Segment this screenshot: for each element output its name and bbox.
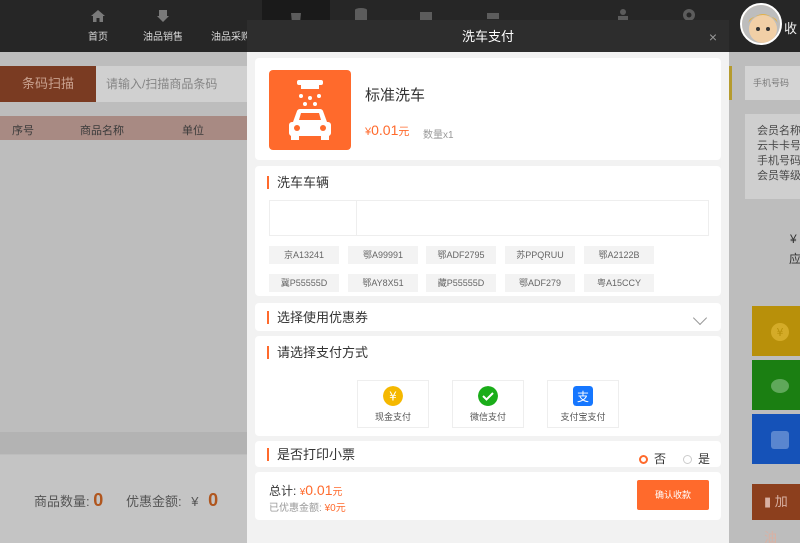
total-unit: 元 xyxy=(332,487,343,498)
discounted-unit: 元 xyxy=(335,503,346,514)
product-price: ¥0.01元 xyxy=(365,122,409,139)
barcode-input[interactable]: 请输入/扫描商品条码 xyxy=(96,66,256,102)
payment-footer: 总计: ¥0.01元 已优惠金额: ¥0元 确认收款 xyxy=(255,472,721,520)
amount-symbol: ¥ xyxy=(790,232,797,246)
price-value: 0.01 xyxy=(371,122,399,138)
car-wash-payment-modal: 洗车支付 × 标准洗车 ¥0.01元 数量x1 洗车车辆 京A13241 鄂A9… xyxy=(247,20,729,543)
alipay-payment-label: 支付宝支付 xyxy=(560,412,606,422)
plate-chip[interactable]: 鄂AY8X51 xyxy=(348,274,418,292)
plate-chip[interactable]: 鄂ADF279 xyxy=(505,274,575,292)
nav-item-fuel-sales[interactable]: 油品销售 xyxy=(128,0,198,52)
table-footer-bar xyxy=(0,432,248,454)
wechat-payment-label: 微信支付 xyxy=(469,412,506,422)
plate-chip[interactable]: 鄂A2122B xyxy=(584,246,654,264)
svg-text:¥: ¥ xyxy=(389,390,397,404)
side-wechat-button[interactable] xyxy=(752,360,800,410)
plate-chip[interactable]: 粤A15CCY xyxy=(584,274,654,292)
nav-label-fuel-sales: 油品销售 xyxy=(143,32,183,43)
member-phone-label: 手机号码 xyxy=(757,155,800,167)
discounted-label: 已优惠金额: xyxy=(269,503,322,514)
phone-input[interactable]: 手机号码 xyxy=(745,66,800,100)
confirm-payment-button[interactable]: 确认收款 xyxy=(637,480,709,510)
radio-unselected-icon xyxy=(683,455,692,464)
radio-selected-icon xyxy=(639,455,648,464)
nav-item-fuel-purchase[interactable]: 油品采购 xyxy=(193,0,247,52)
member-info: 会员名称 云卡卡号 手机号码 会员等级 xyxy=(745,114,800,199)
barcode-scan-button[interactable]: 条码扫描 xyxy=(0,66,96,102)
plate-chip[interactable]: 京A13241 xyxy=(269,246,339,264)
discount-label: 优惠金额: xyxy=(126,494,182,509)
modal-title: 洗车支付 xyxy=(461,29,514,44)
alipay-icon: 支 xyxy=(573,386,593,406)
car-wash-icon xyxy=(269,70,351,150)
side-alipay-button[interactable] xyxy=(752,414,800,464)
print-no-radio[interactable]: 否 xyxy=(639,450,666,467)
wechat-icon xyxy=(771,379,789,393)
wechat-icon xyxy=(478,386,498,406)
modal-header: 洗车支付 × xyxy=(247,20,729,52)
goods-count: 商品数量: 0 xyxy=(34,490,103,511)
goods-table-header: 序号 商品名称 单位 xyxy=(0,116,248,140)
print-receipt-row: 是否打印小票 否 是 xyxy=(255,441,721,467)
cash-payment-label: 现金支付 xyxy=(374,412,411,422)
avatar[interactable] xyxy=(740,3,782,45)
price-unit: 元 xyxy=(398,126,410,138)
goods-count-label: 商品数量: xyxy=(34,494,90,509)
chevron-down-icon[interactable] xyxy=(692,310,708,326)
total-label: 总计: xyxy=(269,484,297,498)
member-name-label: 会员名称 xyxy=(757,125,800,137)
wechat-payment-option[interactable]: 微信支付 xyxy=(452,380,524,428)
col-header-unit: 单位 xyxy=(182,125,204,137)
svg-text:¥: ¥ xyxy=(777,326,784,339)
discounted-amount: 已优惠金额: ¥0元 xyxy=(269,499,346,514)
nav-item-home[interactable]: 首页 xyxy=(63,0,133,52)
svg-text:支: 支 xyxy=(577,390,589,404)
amount-label: 应 xyxy=(789,252,800,266)
fuel-pump-icon: ▮ xyxy=(764,494,775,509)
side-cash-button[interactable]: ¥ xyxy=(752,306,800,356)
print-no-label: 否 xyxy=(654,452,667,466)
plate-chip[interactable]: 冀P55555D xyxy=(269,274,339,292)
user-name[interactable]: 收 xyxy=(784,18,797,37)
total: 总计: ¥0.01元 xyxy=(269,482,343,499)
print-section-title: 是否打印小票 xyxy=(267,448,355,461)
member-level-label: 会员等级 xyxy=(757,170,800,182)
add-fuel-button[interactable]: ▮ 加油 xyxy=(752,484,800,543)
goods-count-value: 0 xyxy=(93,490,104,510)
coupon-selector[interactable]: 选择使用优惠券 xyxy=(255,303,721,331)
total-amount: ¥0.01元 xyxy=(300,482,343,498)
cash-icon: ¥ xyxy=(383,386,403,406)
plate-chip[interactable]: 藏P55555D xyxy=(426,274,496,292)
col-header-index: 序号 xyxy=(12,125,34,137)
plate-chip[interactable]: 鄂ADF2795 xyxy=(426,246,496,264)
nav-label-fuel-purchase: 油品采购 xyxy=(211,32,247,43)
payment-section-title: 请选择支付方式 xyxy=(267,346,368,359)
member-card-label: 云卡卡号 xyxy=(757,140,800,152)
product-name: 标准洗车 xyxy=(365,87,426,104)
discount-currency: ¥ xyxy=(191,494,199,509)
product-card: 标准洗车 ¥0.01元 数量x1 xyxy=(255,58,721,160)
col-header-name: 商品名称 xyxy=(80,125,124,137)
plate-chip[interactable]: 苏PPQRUU xyxy=(505,246,575,264)
print-yes-radio[interactable]: 是 xyxy=(683,450,710,467)
product-quantity: 数量x1 xyxy=(423,130,454,141)
total-value: 0.01 xyxy=(305,482,333,498)
close-icon[interactable]: × xyxy=(709,20,717,54)
cash-icon: ¥ xyxy=(771,323,789,341)
alipay-payment-option[interactable]: 支 支付宝支付 xyxy=(547,380,619,428)
vehicle-card: 洗车车辆 京A13241 鄂A99991 鄂ADF2795 苏PPQRUU 鄂A… xyxy=(255,166,721,296)
discount-value: 0 xyxy=(208,490,219,510)
nav-label-home: 首页 xyxy=(88,32,108,43)
alipay-icon xyxy=(771,431,789,449)
plate-input[interactable] xyxy=(269,200,709,236)
discount-amount: 优惠金额: ¥ 0 xyxy=(126,490,218,511)
plate-chip[interactable]: 鄂A99991 xyxy=(348,246,418,264)
coupon-section-title: 选择使用优惠券 xyxy=(267,311,368,324)
cash-payment-option[interactable]: ¥ 现金支付 xyxy=(357,380,429,428)
print-yes-label: 是 xyxy=(698,452,711,466)
fuel-icon xyxy=(157,10,169,22)
payment-method-card: 请选择支付方式 ¥ 现金支付 微信支付 支 支付宝支付 xyxy=(255,336,721,436)
home-icon xyxy=(91,10,105,22)
vehicle-section-title: 洗车车辆 xyxy=(267,176,329,189)
